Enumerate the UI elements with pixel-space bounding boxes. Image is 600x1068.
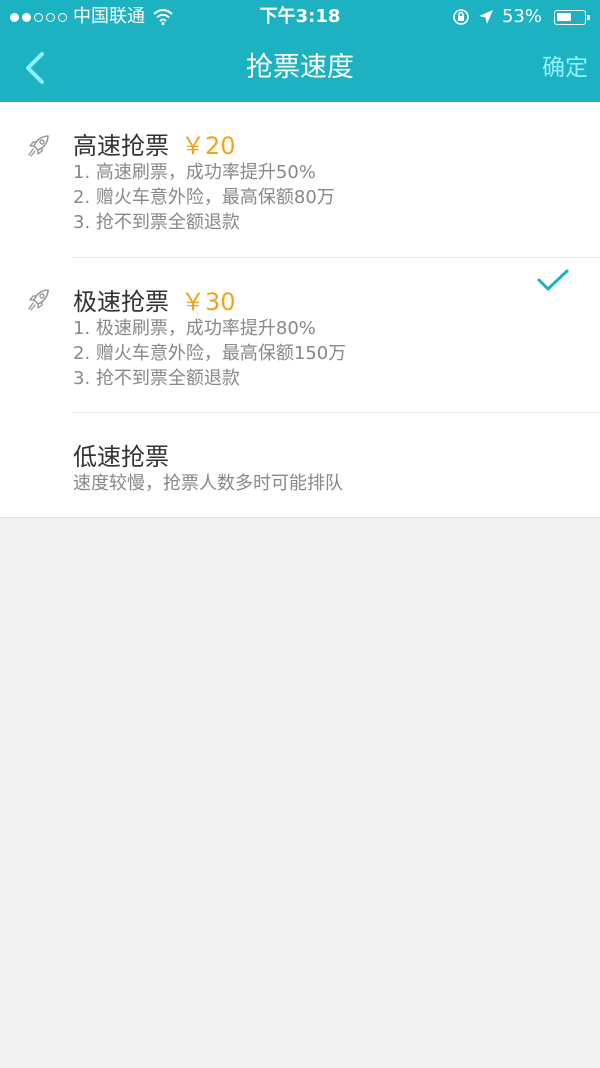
option-price: ￥30 xyxy=(181,288,236,316)
option-title: 低速抢票 xyxy=(73,437,169,472)
orientation-lock-icon xyxy=(453,9,469,25)
location-arrow-icon xyxy=(478,10,493,24)
page-title: 抢票速度 xyxy=(246,52,354,83)
option-super-speed[interactable]: 极速抢票 ￥30 1. 极速刷票，成功率提升80% 2. 赠火车意外险，最高保额1… xyxy=(0,258,600,413)
navigation-bar: 抢票速度 确定 xyxy=(0,34,600,102)
description-line: 2. 赠火车意外险，最高保额80万 xyxy=(73,187,335,208)
description-line: 1. 极速刷票，成功率提升80% xyxy=(73,318,316,339)
description-line: 3. 抢不到票全额退款 xyxy=(73,212,240,233)
top-bar: 中国联通 下午3:18 53% 抢票速度 确定 xyxy=(0,0,600,102)
option-name: 极速抢票 xyxy=(73,288,169,316)
battery-icon xyxy=(554,9,590,25)
option-description: 1. 高速刷票，成功率提升50% 2. 赠火车意外险，最高保额80万 3. 抢不… xyxy=(73,160,335,235)
description-line: 1. 高速刷票，成功率提升50% xyxy=(73,162,316,183)
option-title: 极速抢票 ￥30 xyxy=(73,282,236,317)
rocket-icon xyxy=(28,289,49,311)
battery-percent: 53% xyxy=(501,6,542,27)
rocket-icon xyxy=(28,135,49,157)
description-line: 2. 赠火车意外险，最高保额150万 xyxy=(73,343,347,364)
description-line: 3. 抢不到票全额退款 xyxy=(73,368,240,389)
checkmark-icon xyxy=(537,269,569,291)
option-low-speed[interactable]: 低速抢票 速度较慢，抢票人数多时可能排队 xyxy=(0,413,600,518)
option-description: 1. 极速刷票，成功率提升80% 2. 赠火车意外险，最高保额150万 3. 抢… xyxy=(73,316,346,391)
option-description: 速度较慢，抢票人数多时可能排队 xyxy=(73,471,343,496)
speed-option-list: 高速抢票 ￥20 1. 高速刷票，成功率提升50% 2. 赠火车意外险，最高保额8… xyxy=(0,102,600,518)
option-price: ￥20 xyxy=(181,132,236,160)
option-title: 高速抢票 ￥20 xyxy=(73,126,236,161)
option-name: 高速抢票 xyxy=(73,132,169,160)
status-bar: 中国联通 下午3:18 53% xyxy=(0,0,600,34)
confirm-button[interactable]: 确定 xyxy=(542,34,588,102)
description-line: 速度较慢，抢票人数多时可能排队 xyxy=(73,473,343,494)
option-high-speed[interactable]: 高速抢票 ￥20 1. 高速刷票，成功率提升50% 2. 赠火车意外险，最高保额8… xyxy=(0,102,600,258)
option-name: 低速抢票 xyxy=(73,443,169,471)
